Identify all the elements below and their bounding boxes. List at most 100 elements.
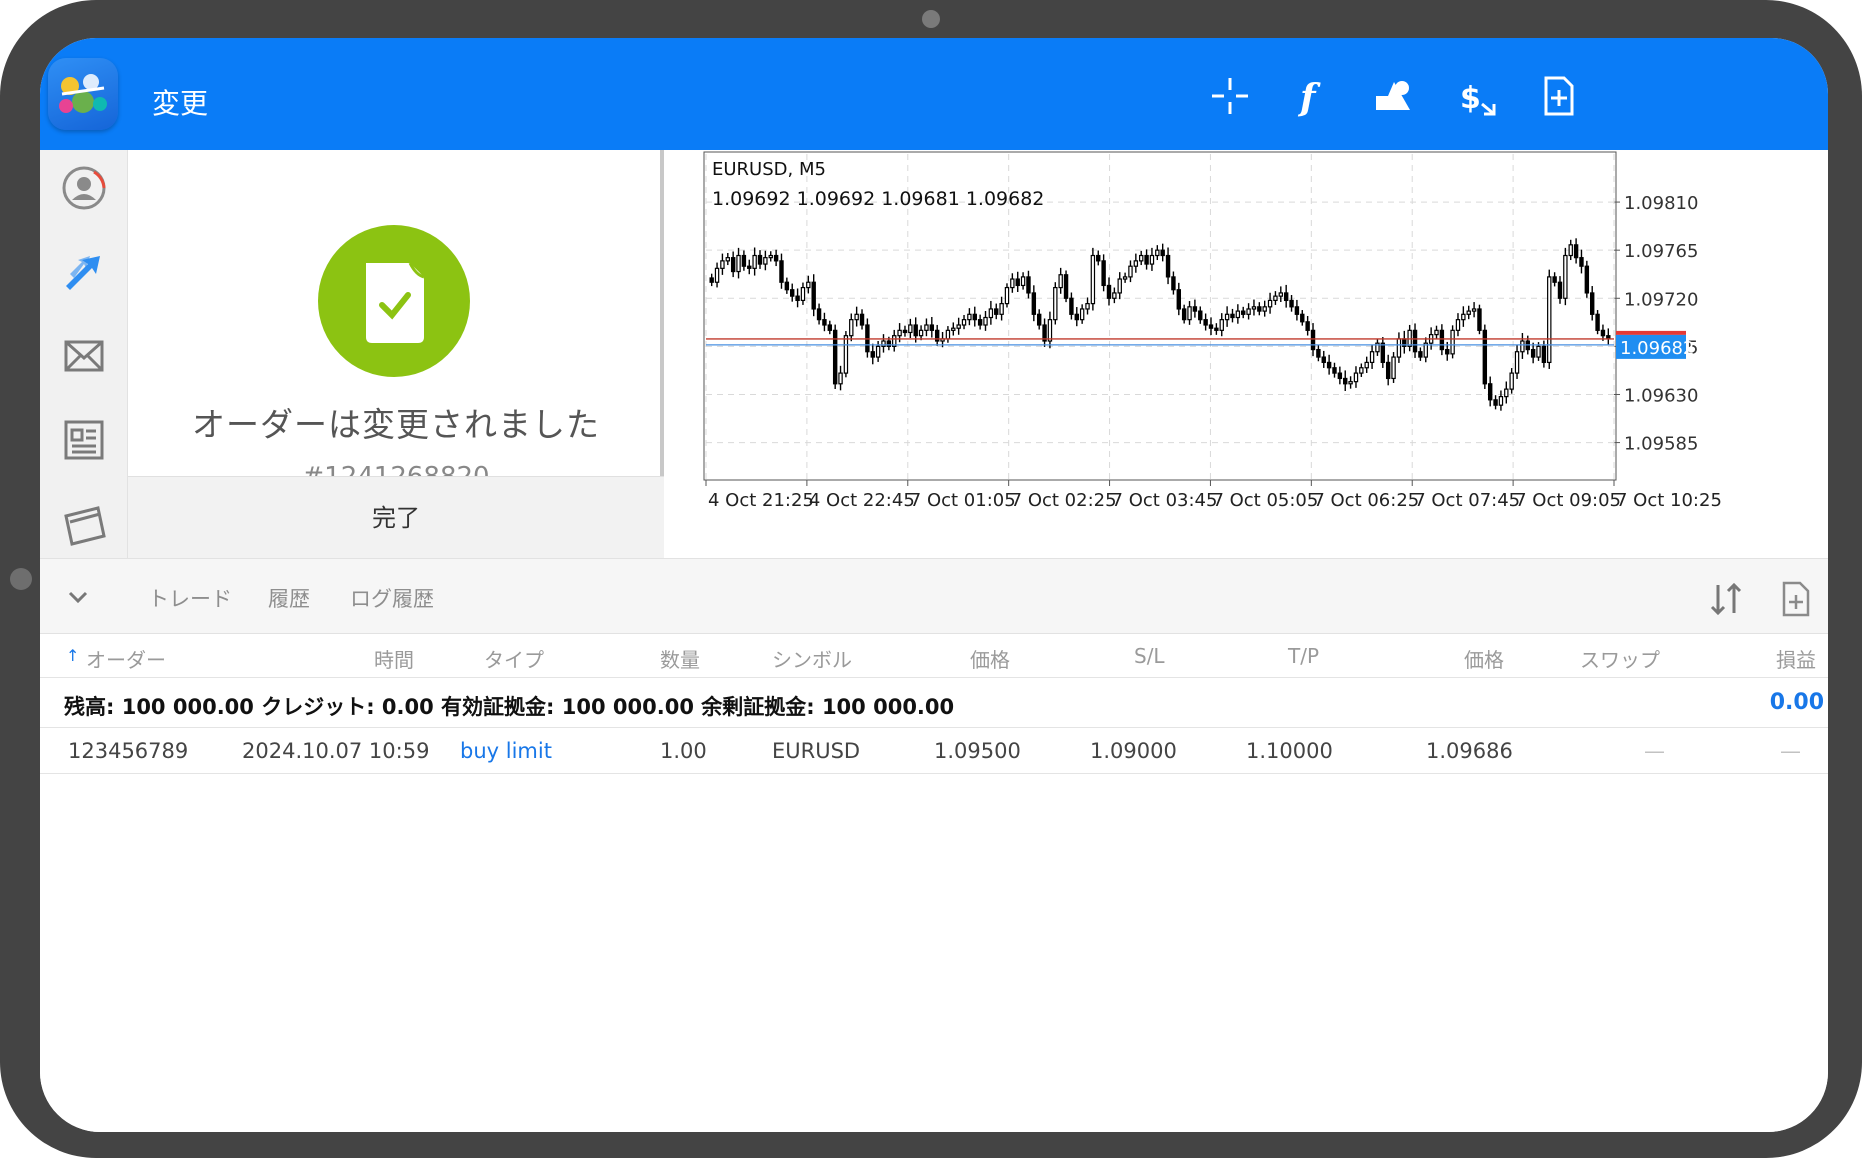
- candle-body: [1369, 351, 1375, 364]
- total-profit: 0.00: [1769, 690, 1824, 715]
- candle-body: [1396, 338, 1402, 358]
- candle-body: [983, 316, 988, 326]
- candle-body: [1122, 276, 1128, 280]
- candle-body: [1353, 372, 1359, 383]
- col-volume[interactable]: 数量: [660, 644, 700, 673]
- camera-dot: [922, 10, 940, 28]
- col-profit[interactable]: 損益: [1776, 644, 1816, 673]
- col-current-price[interactable]: 価格: [1464, 644, 1504, 673]
- calendar-icon[interactable]: [60, 500, 108, 548]
- candle-body: [1063, 274, 1069, 299]
- candle-body: [1557, 281, 1563, 299]
- candle-body: [849, 319, 854, 337]
- candle-body: [1208, 324, 1214, 329]
- candle-body: [881, 340, 886, 347]
- news-icon[interactable]: [60, 416, 108, 464]
- x-tick-label: 7 Oct 10:25: [1616, 490, 1722, 511]
- candle-body: [1257, 306, 1262, 312]
- chart-canvas[interactable]: 1.098101.097651.097201.096751.096301.095…: [664, 150, 1828, 558]
- col-symbol[interactable]: シンボル: [772, 644, 852, 673]
- dialog-footer: 完了: [128, 476, 664, 558]
- trade-terminal: トレード 履歴 ログ履歴 ↑ オーダー 時間 タイプ 数量 シンボル 価格 S/…: [40, 558, 1828, 1132]
- sort-arrow-icon[interactable]: ↑: [66, 646, 79, 665]
- candle-body: [913, 324, 918, 337]
- col-price[interactable]: 価格: [970, 644, 1010, 673]
- col-tp[interactable]: T/P: [1288, 644, 1319, 668]
- col-swap[interactable]: スワップ: [1580, 644, 1660, 673]
- tab-trade[interactable]: トレード: [148, 583, 232, 613]
- mail-icon[interactable]: [60, 332, 108, 380]
- candle-body: [1004, 286, 1010, 305]
- chart-x-axis: 4 Oct 21:254 Oct 22:457 Oct 01:057 Oct 0…: [708, 490, 1722, 511]
- chart-candles: [709, 238, 1611, 411]
- candle-body: [1283, 292, 1289, 302]
- row-order: 123456789: [68, 739, 189, 763]
- tab-journal[interactable]: ログ履歴: [350, 583, 434, 613]
- candle-body: [924, 324, 929, 331]
- candle-body: [1600, 329, 1606, 337]
- candle-body: [1187, 306, 1192, 321]
- candle-body: [1520, 340, 1525, 353]
- col-order[interactable]: オーダー: [86, 644, 166, 673]
- dialog-message: オーダーは変更されました: [192, 405, 600, 444]
- candle-body: [725, 257, 731, 262]
- candle-body: [736, 254, 741, 273]
- candle-body: [1165, 254, 1171, 278]
- function-icon[interactable]: f: [1290, 74, 1334, 119]
- trade-icon[interactable]: $: [1454, 74, 1498, 118]
- candle-body: [1450, 329, 1455, 355]
- done-button[interactable]: 完了: [128, 477, 664, 559]
- sort-icon[interactable]: [1706, 579, 1746, 619]
- candle-body: [1160, 249, 1165, 257]
- candle-body: [1563, 254, 1568, 299]
- candle-body: [1144, 254, 1149, 265]
- table-row[interactable]: 123456789 2024.10.07 10:59 buy limit 1.0…: [40, 728, 1828, 774]
- candle-body: [1214, 327, 1219, 331]
- candle-body: [1487, 383, 1493, 401]
- price-chart[interactable]: 1.098101.097651.097201.096751.096301.095…: [664, 150, 1828, 558]
- col-type[interactable]: タイプ: [484, 644, 544, 673]
- new-order-icon[interactable]: [1536, 74, 1580, 118]
- new-document-icon[interactable]: [1780, 579, 1812, 619]
- tab-history[interactable]: 履歴: [268, 583, 310, 613]
- candle-body: [1198, 310, 1203, 321]
- candle-body: [816, 308, 822, 321]
- candle-body: [988, 308, 994, 319]
- bid-marker: [1616, 330, 1686, 335]
- candle-body: [1579, 257, 1584, 267]
- candle-body: [1595, 313, 1600, 331]
- svg-text:$: $: [1460, 81, 1481, 116]
- chart-ohlc-label: 1.09692 1.09692 1.09681 1.09682: [712, 188, 1044, 210]
- svg-text:f: f: [1297, 77, 1321, 118]
- account-icon[interactable]: [60, 164, 108, 212]
- candle-body: [714, 267, 720, 283]
- candle-body: [956, 324, 961, 329]
- trade-arrows-icon[interactable]: [60, 248, 108, 296]
- candle-body: [1015, 278, 1020, 287]
- candle-body: [972, 313, 977, 321]
- col-time[interactable]: 時間: [374, 644, 414, 673]
- objects-icon[interactable]: [1372, 74, 1416, 118]
- candle-body: [1445, 348, 1450, 355]
- candle-body: [902, 329, 908, 334]
- crosshair-icon[interactable]: [1208, 74, 1252, 118]
- candle-body: [918, 329, 924, 337]
- candle-body: [709, 277, 714, 283]
- candle-body: [1176, 289, 1182, 310]
- candle-body: [1589, 292, 1595, 315]
- candle-body: [1305, 321, 1310, 331]
- candle-body: [1514, 351, 1520, 374]
- candle-body: [1412, 329, 1418, 353]
- candle-body: [1289, 299, 1294, 308]
- terminal-tabs: トレード 履歴 ログ履歴: [40, 558, 1828, 634]
- row-sl: 1.09000: [1090, 739, 1177, 763]
- candle-body: [822, 319, 827, 326]
- chevron-down-icon[interactable]: [62, 581, 94, 613]
- side-button: [10, 568, 32, 590]
- candle-body: [1020, 276, 1026, 287]
- candle-body: [1439, 329, 1445, 351]
- metatrader-logo-icon[interactable]: [48, 58, 118, 130]
- candle-body: [1085, 303, 1090, 310]
- col-sl[interactable]: S/L: [1134, 644, 1165, 668]
- candle-body: [1074, 313, 1079, 321]
